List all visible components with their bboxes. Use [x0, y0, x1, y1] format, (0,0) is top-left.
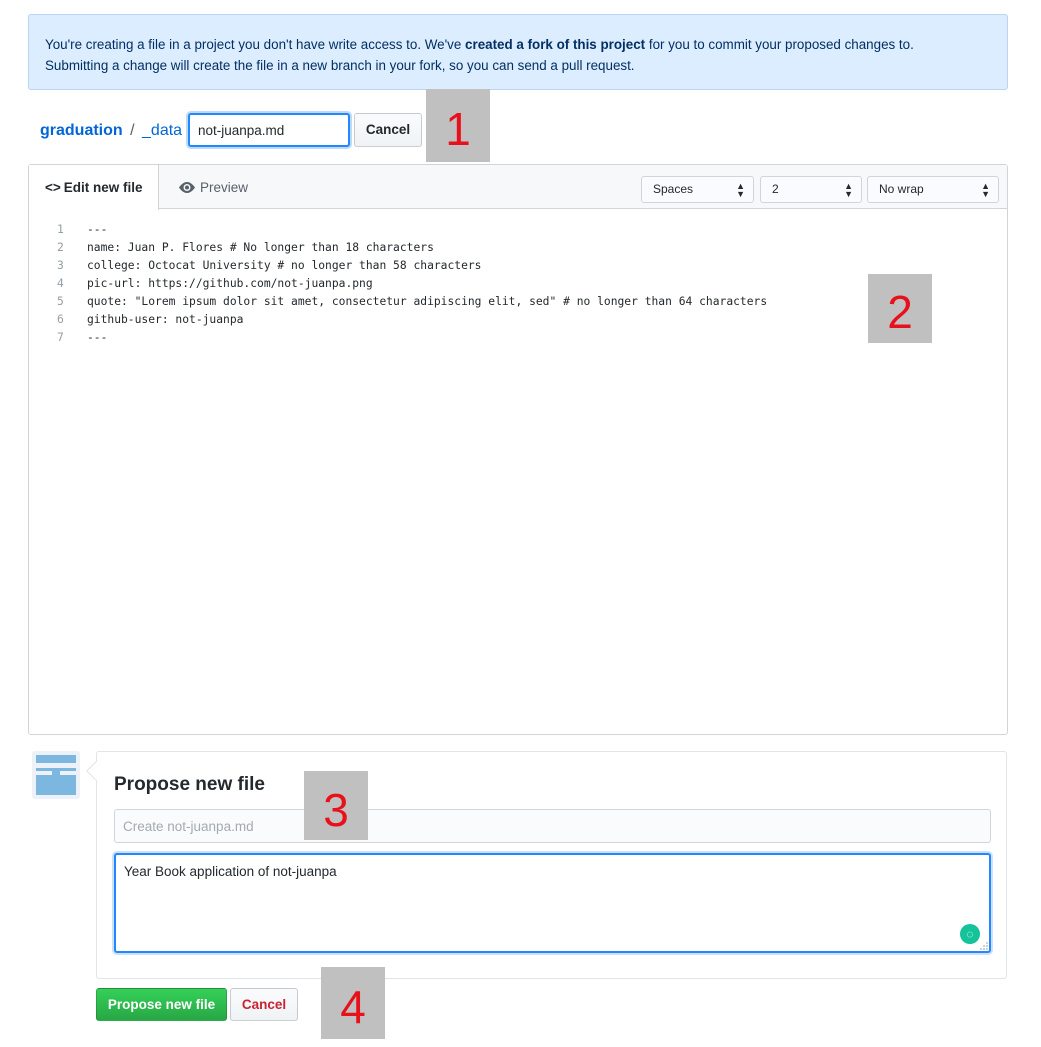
header-cancel-button[interactable]: Cancel	[354, 113, 422, 147]
line-number: 6	[57, 313, 64, 326]
annotation-marker-1: 1	[426, 89, 490, 162]
commit-form: Propose new file Year Book application o…	[86, 751, 1007, 979]
eye-icon	[179, 182, 195, 193]
wrap-mode-value: No wrap	[879, 182, 924, 196]
commit-description-textarea[interactable]: Year Book application of not-juanpa	[114, 853, 991, 953]
resize-handle-icon[interactable]	[980, 942, 988, 950]
notice-text-1: You're creating a file in a project you …	[45, 37, 466, 52]
select-arrows-icon: ▲ ▼	[981, 181, 990, 199]
line-number: 2	[57, 241, 64, 254]
select-arrows-icon: ▲ ▼	[736, 181, 745, 199]
line-text: github-user: not-juanpa	[87, 313, 244, 326]
line-number: 4	[57, 277, 64, 290]
tab-preview-label: Preview	[200, 180, 249, 195]
line-number: 3	[57, 259, 64, 272]
line-number: 7	[57, 331, 64, 344]
line-number: 5	[57, 295, 64, 308]
cancel-button[interactable]: Cancel	[230, 988, 298, 1021]
line-text: quote: "Lorem ipsum dolor sit amet, cons…	[87, 295, 768, 308]
tab-edit-label: Edit new file	[63, 180, 143, 195]
code-line: 6 github-user: not-juanpa	[57, 311, 767, 329]
commit-title: Propose new file	[114, 774, 265, 795]
fork-notice: You're creating a file in a project you …	[28, 14, 1008, 90]
breadcrumb-repo-link[interactable]: graduation	[40, 122, 123, 139]
grammarly-icon[interactable]: ◌	[960, 924, 980, 944]
breadcrumb-dir-link[interactable]: _data	[142, 122, 182, 139]
code-area[interactable]: 1 --- 2 name: Juan P. Flores # No longer t…	[57, 221, 767, 347]
annotation-marker-3: 3	[304, 771, 368, 840]
code-icon: <>	[45, 180, 61, 195]
indent-mode-value: Spaces	[653, 182, 694, 196]
code-line: 2 name: Juan P. Flores # No longer than 1…	[57, 239, 767, 257]
indent-mode-select[interactable]: Spaces ▲ ▼	[641, 176, 754, 203]
indent-size-value: 2	[772, 182, 779, 196]
annotation-marker-4: 4	[321, 967, 385, 1039]
line-text: name: Juan P. Flores # No longer than 18…	[87, 241, 434, 254]
line-text: college: Octocat University # no longer …	[87, 259, 482, 272]
select-arrows-icon: ▲ ▼	[844, 181, 853, 199]
line-text: pic-url: https://github.com/not-juanpa.p…	[87, 277, 373, 290]
line-text: ---	[87, 331, 108, 344]
filename-input[interactable]	[188, 113, 350, 147]
code-line: 4 pic-url: https://github.com/not-juanpa.…	[57, 275, 767, 293]
indent-size-select[interactable]: 2 ▲ ▼	[760, 176, 862, 203]
line-text: ---	[87, 223, 108, 236]
breadcrumb-separator: /	[130, 122, 135, 139]
tab-preview[interactable]: Preview	[179, 165, 248, 209]
file-editor: <> Edit new file Preview Spaces ▲ ▼ 2 ▲ ▼ N…	[28, 164, 1008, 735]
propose-new-file-button[interactable]: Propose new file	[96, 988, 227, 1021]
avatar	[32, 751, 80, 799]
tab-edit-new-file[interactable]: <> Edit new file	[29, 165, 159, 210]
speech-caret	[86, 761, 106, 781]
line-number: 1	[57, 223, 64, 236]
code-line: 5 quote: "Lorem ipsum dolor sit amet, con…	[57, 293, 767, 311]
editor-toolbar: <> Edit new file Preview Spaces ▲ ▼ 2 ▲ ▼ N…	[29, 165, 1007, 210]
code-line: 7 ---	[57, 329, 767, 347]
annotation-marker-2: 2	[868, 274, 932, 343]
code-line: 3 college: Octocat University # no longer…	[57, 257, 767, 275]
notice-text-2: for you to commit your proposed changes …	[645, 37, 914, 52]
breadcrumb: graduation / _data /	[40, 118, 197, 144]
avatar-icon	[36, 755, 76, 795]
wrap-mode-select[interactable]: No wrap ▲ ▼	[867, 176, 999, 203]
commit-summary-input[interactable]	[114, 809, 991, 843]
notice-fork-emphasis: created a fork of this project	[465, 37, 646, 52]
notice-text-3: Submitting a change will create the file…	[45, 58, 635, 73]
code-line: 1 ---	[57, 221, 767, 239]
